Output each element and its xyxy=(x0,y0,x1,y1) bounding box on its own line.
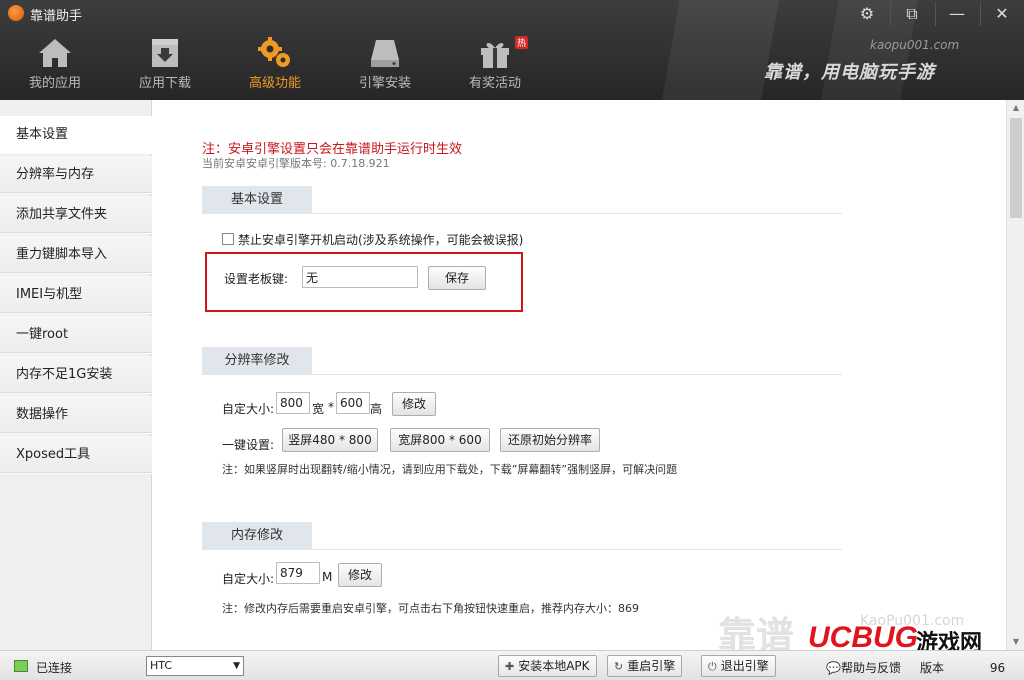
site-url: kaopu001.com xyxy=(870,38,960,52)
section-title: 基本设置 xyxy=(202,186,312,214)
resolution-height-input[interactable] xyxy=(336,392,370,414)
version-number: 96 xyxy=(989,661,1006,675)
section-resolution: 分辨率修改 xyxy=(202,347,842,375)
preset-portrait-button[interactable]: 竖屏480 * 800 xyxy=(282,428,378,452)
gears-icon xyxy=(258,37,290,67)
memory-size-input[interactable] xyxy=(276,562,320,584)
section-title: 分辨率修改 xyxy=(202,347,312,375)
version-label: 版本 xyxy=(920,661,945,675)
memory-unit-label: M xyxy=(322,570,333,584)
minimize-icon[interactable]: — xyxy=(937,0,977,28)
nav-advanced[interactable]: 高级功能 xyxy=(220,30,330,100)
speech-bubble-icon: 💬 xyxy=(826,661,841,675)
disable-autostart-label: 禁止安卓引擎开机启动(涉及系统操作，可能会被误报) xyxy=(238,233,524,247)
slogan: 靠谱，用电脑玩手游 xyxy=(764,62,935,83)
nav-label: 引擎安装 xyxy=(358,76,411,91)
sidebar-item-low-memory-install[interactable]: 内存不足1G安装 xyxy=(0,356,152,394)
window-separator xyxy=(980,2,981,26)
scroll-down-icon[interactable]: ▼ xyxy=(1007,634,1024,650)
app-title: 靠谱助手 xyxy=(30,9,83,24)
status-bar: 已连接 HTC ▼ ✚ 安装本地APK ↻ 重启引擎 ⏻ 退出引擎 💬帮助与反馈 版本… xyxy=(0,650,1024,680)
connection-status: 已连接 xyxy=(36,661,73,675)
sidebar: 基本设置 分辨率与内存 添加共享文件夹 重力键脚本导入 IMEI与机型 一键ro… xyxy=(0,100,153,650)
engine-version-info: 当前安卓安卓引擎版本号: 0.7.18.921 xyxy=(202,157,390,170)
device-model-value: HTC xyxy=(150,659,173,672)
home-icon xyxy=(39,39,71,67)
sidebar-item-resolution-memory[interactable]: 分辨率与内存 xyxy=(0,156,152,194)
window-separator xyxy=(890,2,891,26)
sidebar-item-one-key-root[interactable]: 一键root xyxy=(0,316,152,354)
nav-app-download[interactable]: 应用下载 xyxy=(110,30,220,100)
preset-landscape-button[interactable]: 宽屏800 * 600 xyxy=(390,428,490,452)
reset-resolution-button[interactable]: 还原初始分辨率 xyxy=(500,428,600,452)
memory-custom-label: 自定大小: xyxy=(222,572,275,586)
title-bar: 靠谱助手 ⚙ ⧉ — ✕ xyxy=(0,0,1024,26)
help-feedback-link[interactable]: 💬帮助与反馈 xyxy=(826,659,901,676)
settings-gear-icon[interactable]: ⚙ xyxy=(847,0,887,28)
app-header: 靠谱助手 ⚙ ⧉ — ✕ 我的应用 应用下载 高级功能 引擎安装 有奖活动 热 … xyxy=(0,0,1024,100)
device-model-select[interactable]: HTC ▼ xyxy=(146,656,244,676)
times-sign: * xyxy=(328,400,334,414)
sidebar-item-basic-settings[interactable]: 基本设置 xyxy=(0,116,153,154)
restore-window-icon[interactable]: ⧉ xyxy=(892,0,932,28)
sidebar-item-data-operation[interactable]: 数据操作 xyxy=(0,396,152,434)
nav-label: 应用下载 xyxy=(138,76,191,91)
boss-key-label: 设置老板键: xyxy=(224,272,289,286)
preset-label: 一键设置: xyxy=(222,438,275,452)
content-scrollbar[interactable]: ▲ ▼ xyxy=(1006,100,1024,650)
memory-note: 注：修改内存后需要重启安卓引擎，可点击右下角按钮快速重启，推荐内存大小：869 xyxy=(222,602,639,615)
resolution-modify-button[interactable]: 修改 xyxy=(392,392,436,416)
power-icon: ⏻ xyxy=(708,660,717,673)
install-apk-button[interactable]: ✚ 安装本地APK xyxy=(498,655,597,677)
help-feedback-label: 帮助与反馈 xyxy=(840,661,901,675)
sidebar-item-xposed-tools[interactable]: Xposed工具 xyxy=(0,436,152,474)
plus-icon: ✚ xyxy=(505,660,515,673)
restart-engine-label: 重启引擎 xyxy=(627,659,676,673)
sidebar-item-gravity-script[interactable]: 重力键脚本导入 xyxy=(0,236,152,274)
close-icon[interactable]: ✕ xyxy=(982,0,1022,28)
save-button[interactable]: 保存 xyxy=(428,266,486,290)
app-logo-icon xyxy=(8,5,24,21)
boss-key-input[interactable] xyxy=(302,266,418,288)
height-unit-label: 高 xyxy=(370,402,383,416)
width-unit-label: 宽 xyxy=(312,402,325,416)
scroll-up-icon[interactable]: ▲ xyxy=(1007,100,1024,116)
resolution-width-input[interactable] xyxy=(276,392,310,414)
sidebar-item-imei-model[interactable]: IMEI与机型 xyxy=(0,276,152,314)
exit-engine-button[interactable]: ⏻ 退出引擎 xyxy=(701,655,776,677)
memory-modify-button[interactable]: 修改 xyxy=(338,563,382,587)
hard-drive-icon xyxy=(371,40,399,67)
exit-engine-label: 退出引擎 xyxy=(720,659,769,673)
nav-engine-install[interactable]: 引擎安装 xyxy=(330,30,440,100)
disable-autostart-checkbox[interactable] xyxy=(222,233,234,245)
nav-label: 高级功能 xyxy=(248,76,301,91)
scroll-thumb[interactable] xyxy=(1010,118,1022,218)
section-basic-settings: 基本设置 xyxy=(202,186,842,214)
download-box-icon xyxy=(152,39,178,67)
resolution-note: 注：如果竖屏时出现翻转/缩小情况，请到应用下载处，下载”屏幕翻转”强制竖屏，可解… xyxy=(222,463,678,476)
install-apk-label: 安装本地APK xyxy=(518,659,590,673)
resolution-custom-label: 自定大小: xyxy=(222,402,275,416)
section-memory: 内存修改 xyxy=(202,522,842,550)
nav-my-apps[interactable]: 我的应用 xyxy=(0,30,110,100)
connected-monitor-icon xyxy=(14,660,28,672)
sidebar-item-shared-folder[interactable]: 添加共享文件夹 xyxy=(0,196,152,234)
section-title: 内存修改 xyxy=(202,522,312,550)
nav-prize-activity[interactable]: 有奖活动 热 xyxy=(440,30,550,100)
refresh-icon: ↻ xyxy=(614,660,624,673)
settings-content: 注：安卓引擎设置只会在靠谱助手运行时生效 当前安卓安卓引擎版本号: 0.7.18… xyxy=(152,100,1006,650)
restart-engine-button[interactable]: ↻ 重启引擎 xyxy=(607,655,683,677)
version-info: 版本 96 xyxy=(920,659,1005,676)
gift-icon xyxy=(481,42,509,68)
nav-label: 有奖活动 xyxy=(468,76,521,91)
chevron-down-icon: ▼ xyxy=(233,661,240,671)
window-separator xyxy=(935,2,936,26)
hot-badge: 热 xyxy=(514,36,528,49)
nav-label: 我的应用 xyxy=(28,76,81,91)
